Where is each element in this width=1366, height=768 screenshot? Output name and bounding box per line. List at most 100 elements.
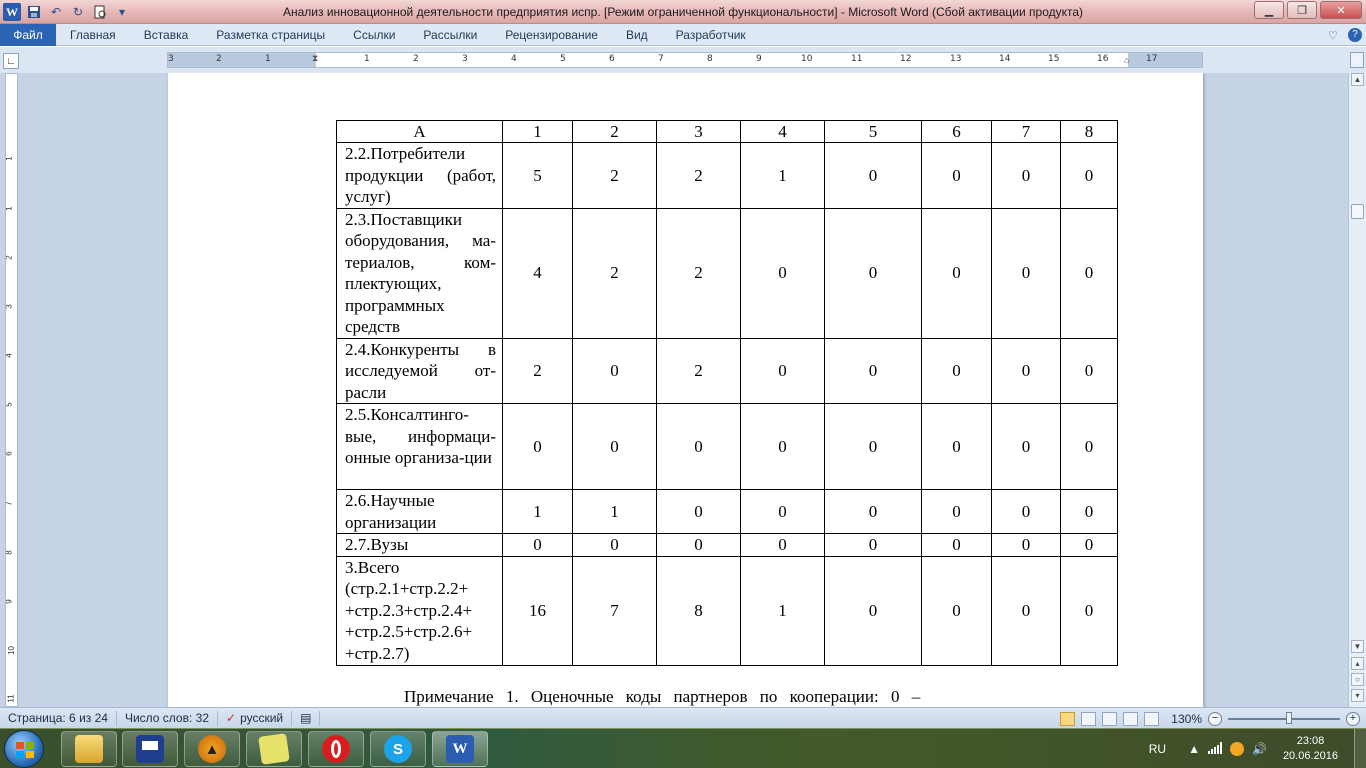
table-row: 2.6.Научные организации 1 1 0 0 0 0 0 0 bbox=[336, 489, 1118, 534]
print-preview-icon[interactable] bbox=[90, 2, 110, 22]
redo-icon[interactable]: ↻ bbox=[68, 2, 88, 22]
next-page-icon[interactable]: ▾ bbox=[1351, 689, 1364, 702]
vertical-ruler[interactable]: 1 1 2 3 4 5 6 7 8 9 10 11 bbox=[5, 73, 18, 707]
zoom-slider[interactable] bbox=[1228, 711, 1340, 724]
view-ruler-toggle[interactable] bbox=[1350, 52, 1364, 68]
word-app-icon[interactable]: W bbox=[2, 2, 22, 22]
full-screen-reading-icon[interactable] bbox=[1081, 711, 1097, 726]
tab-selector[interactable]: ∟ bbox=[3, 53, 19, 69]
page-indicator[interactable]: Страница: 6 из 24 bbox=[0, 710, 117, 726]
maximize-button[interactable]: ❐ bbox=[1287, 1, 1317, 19]
table-cell: 0 bbox=[740, 403, 825, 490]
tab-file[interactable]: Файл bbox=[0, 23, 56, 46]
taskbar-sticky-notes[interactable] bbox=[246, 731, 302, 767]
minimize-button[interactable]: ▁ bbox=[1254, 1, 1284, 19]
tab-developer[interactable]: Разработчик bbox=[662, 24, 760, 46]
tab-home[interactable]: Главная bbox=[56, 24, 130, 46]
tab-references[interactable]: Ссылки bbox=[339, 24, 409, 46]
table-cell: 0 bbox=[740, 489, 825, 534]
header-cell: 1 bbox=[502, 120, 573, 143]
document-page[interactable]: А 1 2 3 4 5 6 7 8 2.2.Потребители продук… bbox=[168, 73, 1203, 707]
help-icon[interactable]: ? bbox=[1348, 28, 1362, 42]
system-tray: RU ▲ 🔊 23:08 20.06.2016 bbox=[1149, 729, 1366, 768]
table-cell: 0 bbox=[991, 207, 1061, 339]
table-cell: 0 bbox=[1060, 142, 1118, 209]
ruler-number: 6 bbox=[5, 451, 14, 456]
ruler-number: 11 bbox=[851, 54, 863, 64]
table-cell: 0 bbox=[991, 555, 1061, 666]
table-cell: 0 bbox=[572, 533, 657, 557]
customize-qat-dropdown-icon[interactable]: ▾ bbox=[112, 2, 132, 22]
table-cell: 2 bbox=[656, 207, 741, 339]
ruler-number: 1 bbox=[5, 206, 14, 211]
taskbar-explorer[interactable] bbox=[61, 731, 117, 767]
tab-review[interactable]: Рецензирование bbox=[491, 24, 612, 46]
table-cell: 16 bbox=[502, 555, 573, 666]
close-button[interactable]: ✕ bbox=[1320, 1, 1362, 19]
ruler-number: 7 bbox=[5, 501, 14, 506]
horizontal-ruler[interactable]: 3 2 1 ⧗ 1 2 3 4 5 6 7 8 9 10 11 12 13 14… bbox=[167, 52, 1203, 68]
table-cell: 0 bbox=[1060, 555, 1118, 666]
window-title: Анализ инновационной деятельности предпр… bbox=[282, 5, 1084, 19]
browse-object-icon[interactable]: ○ bbox=[1351, 673, 1364, 686]
ribbon-tabs: Файл Главная Вставка Разметка страницы С… bbox=[0, 23, 1366, 46]
ruler-number: 5 bbox=[5, 402, 14, 407]
draft-view-icon[interactable] bbox=[1144, 711, 1160, 726]
header-cell: А bbox=[336, 120, 503, 143]
ruler-number: 5 bbox=[560, 54, 566, 64]
table-cell: 0 bbox=[921, 403, 992, 490]
macro-recording[interactable]: ▤ bbox=[292, 710, 321, 726]
table-cell: 0 bbox=[740, 533, 825, 557]
clock[interactable]: 23:08 20.06.2016 bbox=[1275, 734, 1346, 764]
tab-insert[interactable]: Вставка bbox=[130, 24, 203, 46]
table-cell: 0 bbox=[740, 337, 825, 404]
table-cell: 0 bbox=[921, 142, 992, 209]
table-cell: 0 bbox=[991, 489, 1061, 534]
zoom-out-icon[interactable]: − bbox=[1208, 711, 1222, 726]
indent-marker-icon[interactable]: ⧗ bbox=[312, 53, 318, 64]
taskbar-save-app[interactable] bbox=[122, 731, 178, 767]
taskbar-aimp[interactable]: ▲ bbox=[184, 731, 240, 767]
title-bar: W ↶ ↻ ▾ Анализ инновационной деятельност… bbox=[0, 0, 1366, 24]
ruler-number: 9 bbox=[5, 599, 14, 604]
ruler-number: 7 bbox=[658, 54, 664, 64]
start-button[interactable] bbox=[4, 730, 44, 768]
table-cell: 0 bbox=[656, 489, 741, 534]
update-notification-icon[interactable] bbox=[1229, 742, 1244, 756]
taskbar-word[interactable]: W bbox=[432, 731, 488, 767]
tab-page-layout[interactable]: Разметка страницы bbox=[202, 24, 339, 46]
table-cell: 2 bbox=[572, 207, 657, 339]
save-icon[interactable] bbox=[24, 2, 44, 22]
right-indent-marker-icon[interactable]: ⌂ bbox=[1124, 55, 1129, 65]
vertical-scrollbar[interactable]: ▲ ▼ ▴ ○ ▾ bbox=[1348, 73, 1366, 707]
input-language[interactable]: RU bbox=[1149, 742, 1166, 756]
table-row: 2.5.Консалтинго-вые, информаци-онные орг… bbox=[336, 403, 1118, 490]
table-cell: 0 bbox=[572, 337, 657, 404]
web-layout-icon[interactable] bbox=[1102, 711, 1118, 726]
ruler-number: 3 bbox=[5, 304, 14, 309]
volume-icon[interactable]: 🔊 bbox=[1252, 742, 1267, 756]
scrollbar-thumb[interactable] bbox=[1351, 204, 1364, 219]
taskbar-opera[interactable] bbox=[308, 731, 364, 767]
word-count[interactable]: Число слов: 32 bbox=[117, 710, 218, 726]
previous-page-icon[interactable]: ▴ bbox=[1351, 657, 1364, 670]
zoom-slider-knob[interactable] bbox=[1286, 711, 1293, 724]
scroll-down-icon[interactable]: ▼ bbox=[1351, 640, 1364, 653]
tab-view[interactable]: Вид bbox=[612, 24, 662, 46]
show-desktop-button[interactable] bbox=[1354, 729, 1366, 768]
table-cell: 0 bbox=[502, 533, 573, 557]
zoom-level[interactable]: 130% bbox=[1171, 712, 1202, 726]
scroll-up-icon[interactable]: ▲ bbox=[1351, 73, 1364, 86]
language-indicator[interactable]: ✓ русский bbox=[218, 710, 293, 726]
taskbar-skype[interactable]: S bbox=[370, 731, 426, 767]
show-hidden-icons-icon[interactable]: ▲ bbox=[1188, 742, 1200, 756]
expand-ribbon-icon[interactable]: ♡ bbox=[1328, 29, 1338, 42]
outline-view-icon[interactable] bbox=[1123, 711, 1139, 726]
network-signal-icon[interactable] bbox=[1207, 741, 1222, 757]
undo-icon[interactable]: ↶ bbox=[46, 2, 66, 22]
tab-mailings[interactable]: Рассылки bbox=[409, 24, 491, 46]
print-layout-view-icon[interactable] bbox=[1060, 711, 1076, 726]
zoom-in-icon[interactable]: + bbox=[1346, 711, 1360, 726]
table-cell: 2 bbox=[656, 142, 741, 209]
word-icon: W bbox=[446, 735, 474, 763]
